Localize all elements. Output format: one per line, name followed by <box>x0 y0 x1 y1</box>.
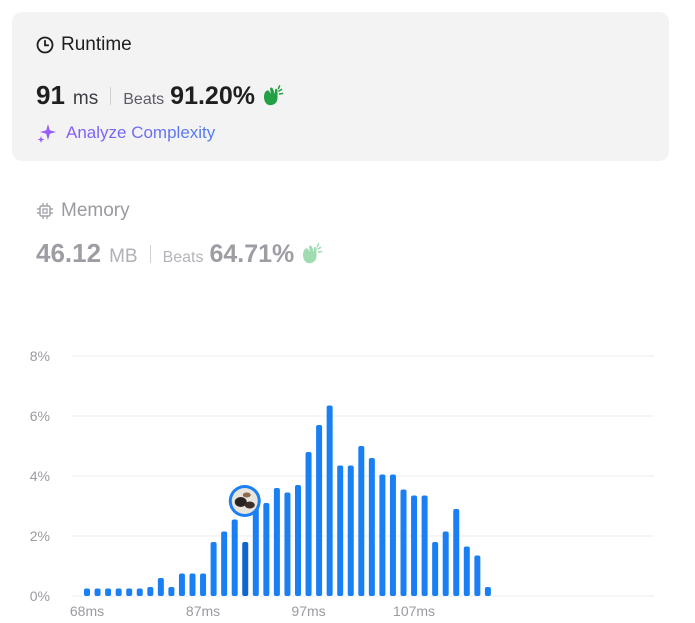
memory-unit: MB <box>109 246 138 267</box>
chart-bar[interactable] <box>284 492 291 597</box>
chart-bar[interactable] <box>347 465 354 597</box>
user-avatar-marker[interactable] <box>228 485 261 517</box>
chart-bar[interactable] <box>252 503 259 596</box>
chart-bar[interactable] <box>242 542 249 596</box>
runtime-value: 91 <box>36 80 65 110</box>
chart-bar[interactable] <box>105 588 112 597</box>
memory-title: Memory <box>61 200 130 221</box>
runtime-beats-label: Beats <box>123 91 165 108</box>
y-tick-label: 0% <box>30 588 50 604</box>
chart-bar[interactable] <box>115 588 122 597</box>
chip-icon <box>36 202 54 220</box>
chart-bar[interactable] <box>305 452 312 596</box>
analyze-complexity-link[interactable]: Analyze Complexity <box>36 122 215 144</box>
chart-bar[interactable] <box>453 509 460 596</box>
chart-bar[interactable] <box>273 488 280 596</box>
chart-bar[interactable] <box>400 489 407 597</box>
chart-bar[interactable] <box>168 587 175 596</box>
chart-bar[interactable] <box>368 458 375 596</box>
clapping-hands-icon <box>303 242 323 263</box>
memory-card[interactable]: Memory 46.12 MB Beats 64.71% <box>36 200 323 269</box>
clock-icon <box>36 36 54 54</box>
runtime-unit: ms <box>72 88 99 109</box>
y-tick-label: 2% <box>30 528 50 544</box>
analyze-complexity-label: Analyze Complexity <box>66 123 216 142</box>
divider <box>110 86 112 105</box>
chart-bar[interactable] <box>210 542 217 596</box>
memory-header: Memory <box>36 200 323 222</box>
chart-bar[interactable] <box>84 588 90 597</box>
memory-beats-label: Beats <box>162 249 204 266</box>
chart-bar[interactable] <box>295 485 301 596</box>
chart-bar[interactable] <box>178 573 185 597</box>
x-tick-label: 68ms <box>70 603 104 619</box>
chart-bar[interactable] <box>463 546 470 597</box>
x-tick-label: 97ms <box>291 603 325 619</box>
divider <box>149 244 151 263</box>
x-tick-label: 87ms <box>186 603 220 619</box>
x-tick-label: 107ms <box>393 603 435 619</box>
memory-beats-value: 64.71% <box>209 240 295 268</box>
runtime-header: Runtime <box>36 34 132 56</box>
chart-bar[interactable] <box>442 531 449 597</box>
chart-bar[interactable] <box>94 588 101 597</box>
chart-bar[interactable] <box>337 465 344 597</box>
runtime-beats-value: 91.20% <box>170 82 255 110</box>
clapping-hands-icon <box>263 84 284 105</box>
chart-bar[interactable] <box>231 519 238 597</box>
runtime-title: Runtime <box>61 34 132 55</box>
y-tick-label: 6% <box>30 408 50 424</box>
runtime-distribution-chart[interactable]: 8% 6% 4% 2% 0% 68ms 87ms 97ms 107ms <box>0 330 695 623</box>
chart-bar[interactable] <box>411 495 418 597</box>
chart-bar[interactable] <box>421 495 428 597</box>
runtime-card[interactable]: Runtime 91 ms Beats 91.20% Analyze Compl… <box>12 12 669 161</box>
chart-bar[interactable] <box>263 503 270 596</box>
y-tick-label: 8% <box>30 348 50 364</box>
chart-bar[interactable] <box>474 555 481 597</box>
chart-bar[interactable] <box>432 542 439 596</box>
chart-bar[interactable] <box>326 405 333 597</box>
chart-bar[interactable] <box>157 578 164 596</box>
y-tick-label: 4% <box>30 468 50 484</box>
memory-stats: 46.12 MB Beats 64.71% <box>36 238 323 269</box>
chart-bar[interactable] <box>358 446 365 596</box>
memory-value: 46.12 <box>36 238 102 268</box>
chart-bar[interactable] <box>379 474 386 597</box>
chart-bar[interactable] <box>221 531 228 597</box>
chart-bar[interactable] <box>126 588 133 597</box>
chart-bar[interactable] <box>316 425 323 596</box>
chart-bar[interactable] <box>200 573 207 597</box>
chart-bar[interactable] <box>389 474 396 597</box>
chart-bar[interactable] <box>147 587 154 596</box>
chart-bar[interactable] <box>136 588 143 597</box>
runtime-stats: 91 ms Beats 91.20% <box>36 80 284 111</box>
chart-bar[interactable] <box>189 573 196 597</box>
chart-bar[interactable] <box>484 587 491 596</box>
sparkle-icon <box>37 124 56 143</box>
